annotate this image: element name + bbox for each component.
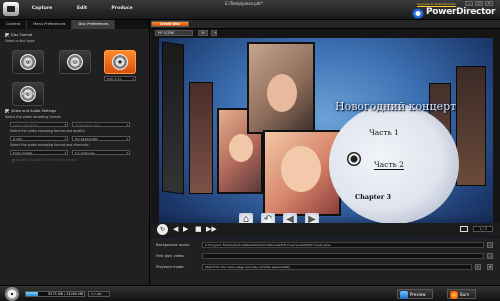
background-panel xyxy=(162,41,184,195)
disc-icon xyxy=(112,54,128,70)
menu-item-part-2[interactable]: Часть 2 xyxy=(374,160,404,170)
window-controls: _ □ ✕ xyxy=(465,1,493,6)
settings-tabs: Content Menu Preferences Disc Preference… xyxy=(0,20,149,29)
video-audio-heading: Video and Audio Settings xyxy=(11,109,57,113)
upgrade-link[interactable]: Upgrade to PowerDirector xyxy=(417,2,456,6)
playback-mode-label: Playback mode: xyxy=(156,265,185,269)
menu-title: Новогодний концерт xyxy=(335,100,457,113)
video-audio-section: Video and Audio Settings Select the vide… xyxy=(5,109,145,119)
stop-icon[interactable]: ■ xyxy=(195,225,202,233)
audio-format-select[interactable]: Dolby Digital xyxy=(10,150,68,155)
fullscreen-icon[interactable] xyxy=(460,226,468,232)
menu-selector[interactable]: MY SCENE xyxy=(155,30,193,36)
first-play-row: First play video: … xyxy=(156,253,496,260)
mode-tabs: Capture Edit Produce xyxy=(22,6,142,11)
fast-forward-icon[interactable]: ▶▶ xyxy=(206,225,217,233)
disc-type-label-hddvd: HD DVD xyxy=(20,92,36,96)
capacity-text: 5075 MB / 24000 MB xyxy=(48,292,84,296)
menu-settings-icon[interactable]: ✎ xyxy=(211,30,217,36)
mode-capture[interactable]: Capture xyxy=(22,6,62,11)
preview-area: Create Disc MY SCENE 50 ✎ Новогодний кон… xyxy=(151,20,500,243)
tab-disc-preferences[interactable]: Disc Preferences xyxy=(72,20,116,29)
minimize-button[interactable]: _ xyxy=(465,1,473,6)
first-play-label: First play video: xyxy=(156,254,185,258)
surround-option-label: Enable Lossless TrueTheater Surround xyxy=(16,158,77,162)
window-title: E:\Temp\piece.pdr* xyxy=(225,1,263,6)
recording-format-select[interactable]: Video (VR) NTSC xyxy=(10,122,68,127)
brand-name: PowerDirector xyxy=(426,7,496,17)
playback-settings-button[interactable]: ⚙ xyxy=(487,264,493,270)
next-icon[interactable]: ▶ xyxy=(183,225,188,233)
tab-menu-preferences[interactable]: Menu Preferences xyxy=(27,20,73,29)
burn-button[interactable]: Burn xyxy=(447,289,477,299)
create-disc-tab[interactable]: Create Disc xyxy=(151,21,189,27)
background-music-label: Background music: xyxy=(156,243,191,247)
app-logo-icon[interactable] xyxy=(3,2,19,16)
playback-mode-row: Playback mode: Start from the menu page … xyxy=(156,264,496,271)
menu-photo xyxy=(247,42,315,134)
video-audio-checkbox[interactable] xyxy=(5,109,9,113)
maximize-button[interactable]: □ xyxy=(475,1,483,6)
recording-format-label: Select the video recording format: xyxy=(5,115,62,119)
disc-capacity-icon xyxy=(5,287,19,301)
top-bar: Capture Edit Produce E:\Temp\piece.pdr* … xyxy=(0,0,500,20)
surround-checkbox[interactable] xyxy=(12,158,15,162)
disc-type-label-vcd: VCD xyxy=(23,60,33,64)
background-music-input[interactable]: C:\Program Files\CyberLink\PowerDirector… xyxy=(202,242,484,248)
disc-type-bluray-button[interactable] xyxy=(104,50,136,74)
mode-edit[interactable]: Edit xyxy=(62,6,102,11)
menu-disc-hole xyxy=(347,152,361,166)
disc-format-heading: Disc Format xyxy=(11,33,33,37)
zoom-select[interactable]: 50 xyxy=(198,30,208,36)
preview-toolbar: Create Disc MY SCENE 50 ✎ xyxy=(151,20,500,36)
disc-format-section: Disc Format Select a disc type: xyxy=(5,33,145,43)
status-bar: 5075 MB / 24000 MB 4.7 GB Preview Burn xyxy=(0,285,500,301)
background-music-row: Background music: C:\Program Files\Cyber… xyxy=(156,242,496,249)
disc-menu-preview[interactable]: Новогодний концерт Часть 1 Часть 2 Chapt… xyxy=(159,38,493,239)
disc-type-label: Select a disc type: xyxy=(5,39,36,43)
close-button[interactable]: ✕ xyxy=(485,1,493,6)
playback-mode-select[interactable]: Start from the menu page and play all ti… xyxy=(202,264,472,270)
first-play-input[interactable] xyxy=(202,253,484,259)
disc-type-label-dvd: DVD xyxy=(70,60,80,64)
menu-item-part-1[interactable]: Часть 1 xyxy=(369,128,399,137)
background-panel xyxy=(456,66,486,186)
cyberlink-logo-icon xyxy=(412,8,424,19)
fire-icon xyxy=(450,291,458,299)
tv-format-select[interactable]: Widescreen 16:9 xyxy=(72,122,130,127)
disc-capacity-select[interactable]: DVD 4.7G xyxy=(104,76,136,81)
playback-mode-dropdown[interactable]: ▾ xyxy=(475,264,481,270)
browse-first-play-button[interactable]: … xyxy=(487,253,493,259)
preview-icon xyxy=(400,291,408,299)
previous-icon[interactable]: ◀ xyxy=(173,225,178,233)
settings-panel: Content Menu Preferences Disc Preference… xyxy=(0,20,150,285)
menu-fields: Background music: C:\Program Files\Cyber… xyxy=(151,238,500,285)
background-panel xyxy=(189,82,213,194)
play-icon[interactable]: ↻ xyxy=(157,224,168,235)
disc-format-checkbox[interactable] xyxy=(5,33,9,37)
burn-label: Burn xyxy=(460,292,470,297)
preview-label: Preview xyxy=(410,292,426,297)
disc-size-select[interactable]: 4.7 GB xyxy=(88,291,110,297)
encoding-format-label: Select the video encoding format and qua… xyxy=(10,129,86,133)
player-controls: ↻ ◀ ▶ ■ ▶▶ 1 / 3 xyxy=(151,223,500,237)
audio-channels-select[interactable]: 5.1 Channels xyxy=(72,150,130,155)
page-counter: 1 / 3 xyxy=(473,226,493,232)
audio-format-label: Select the audio encoding format and cha… xyxy=(10,143,90,147)
menu-item-chapter-3[interactable]: Chapter 3 xyxy=(355,193,391,201)
surround-option[interactable]: Enable Lossless TrueTheater Surround xyxy=(12,158,77,162)
disc-type-hddvd-button[interactable]: HD DVD xyxy=(12,82,44,106)
preview-button[interactable]: Preview xyxy=(397,289,433,299)
encoding-format-select[interactable]: H.264 xyxy=(10,136,68,141)
browse-music-button[interactable]: … xyxy=(487,242,493,248)
disc-type-dvd-button[interactable]: DVD xyxy=(59,50,91,74)
capacity-fill xyxy=(26,292,39,296)
mode-produce[interactable]: Produce xyxy=(102,6,142,11)
tab-content[interactable]: Content xyxy=(0,20,28,29)
quality-select[interactable]: HD 1920x1080 xyxy=(72,136,130,141)
disc-type-vcd-button[interactable]: VCD xyxy=(12,50,44,74)
